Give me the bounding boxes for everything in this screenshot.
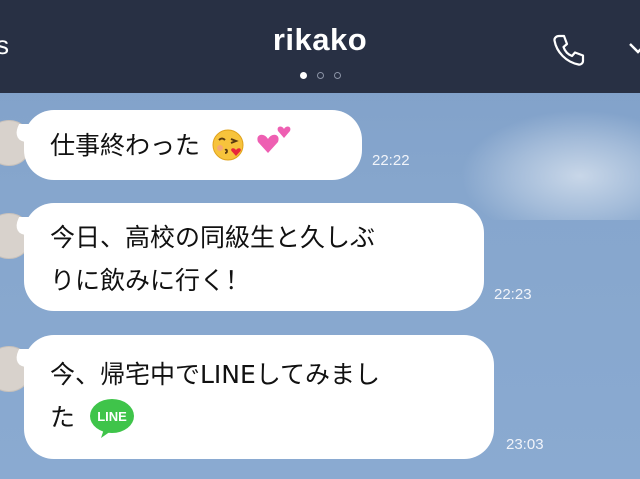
timestamp-3: 23:03 (506, 436, 544, 453)
kissing-face-heart-emoji (212, 129, 244, 161)
phone-icon[interactable] (548, 30, 588, 70)
chat-header: s rikako (0, 0, 640, 93)
background-cloud (460, 110, 640, 220)
message-text-2-line-1: 今日、高校の同級生と久しぶ (50, 223, 376, 252)
message-bubble-3[interactable]: 今、帰宅中でLINEしてみまし た LINE (24, 335, 494, 459)
message-text-1: 仕事終わった (50, 131, 201, 160)
chevron-down-icon[interactable] (622, 30, 640, 70)
message-text-3-line-1: 今、帰宅中でLINEしてみまし (50, 360, 381, 389)
page-dot-1[interactable] (299, 72, 307, 79)
chat-title: rikako (272, 22, 368, 57)
message-text-3-line-2: た LINE (50, 396, 494, 440)
message-bubble-2[interactable]: 今日、高校の同級生と久しぶ りに飲みに行く！ (24, 203, 484, 311)
two-hearts-emoji (257, 126, 291, 153)
line-logo: LINE (87, 398, 137, 440)
message-text-3-line-2-text: た (50, 403, 76, 432)
message-bubble-1[interactable]: 仕事終わった (24, 110, 362, 180)
line-logo-text: LINE (97, 409, 127, 424)
message-text-2-line-2: りに飲みに行く！ (50, 266, 251, 295)
page-dot-2[interactable] (316, 72, 324, 79)
page-indicator (0, 72, 640, 79)
page-dot-3[interactable] (333, 72, 341, 79)
timestamp-1: 22:22 (372, 152, 410, 169)
timestamp-2: 22:23 (494, 286, 532, 303)
